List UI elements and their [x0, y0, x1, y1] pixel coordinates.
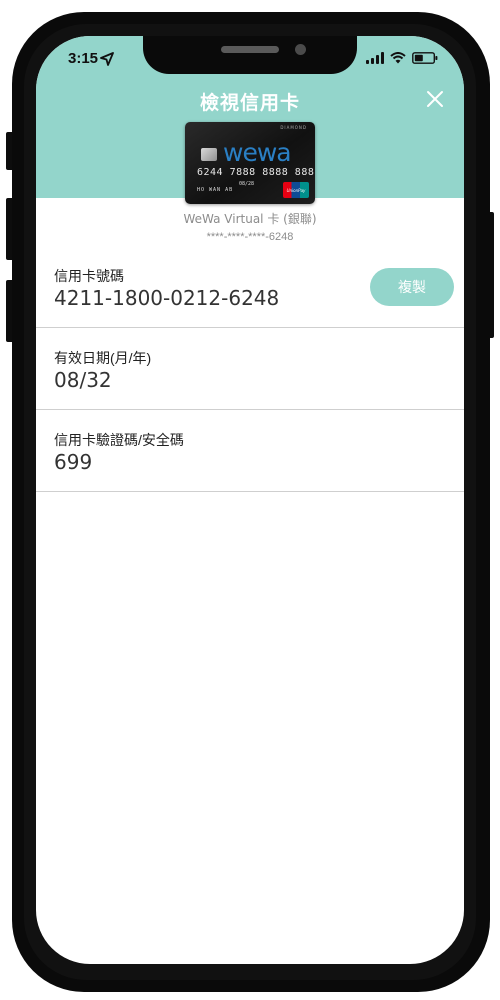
expiry-label: 有效日期(月/年) [54, 350, 152, 366]
cvv-value: 699 [54, 450, 93, 474]
card-tier-text: DIAMOND [280, 125, 307, 130]
status-time: 3:15 [68, 50, 114, 67]
card-embossed-number: 6244 7888 8888 8888 [197, 167, 315, 178]
page-title: 檢視信用卡 [199, 92, 300, 114]
unionpay-logo: UnionPay [283, 182, 309, 198]
screen: 3:15 檢視信用卡 DIAMOND wewa 6244 7888 8888 8… [36, 36, 464, 964]
card-masked-number: ****-****-****-6248 [206, 231, 294, 243]
battery-icon [412, 52, 438, 64]
close-icon[interactable] [426, 90, 444, 108]
chip-icon [201, 148, 217, 161]
cvv-label: 信用卡驗證碼/安全碼 [54, 432, 184, 448]
card-embossed-expiry: 08/28 [239, 181, 255, 187]
notch [143, 36, 357, 74]
status-icons [366, 52, 438, 64]
wifi-icon [390, 52, 406, 64]
copy-button[interactable]: 複製 [370, 268, 454, 306]
cvv-row: 信用卡驗證碼/安全碼 699 [36, 410, 464, 492]
signal-icon [366, 52, 384, 64]
card-number-value: 4211-1800-0212-6248 [54, 286, 280, 310]
credit-card-image: DIAMOND wewa 6244 7888 8888 8888 08/28 H… [185, 122, 315, 204]
card-logo: wewa [223, 138, 292, 167]
location-arrow-icon [100, 51, 114, 66]
card-holder-name: HO WAN AB [197, 187, 234, 193]
speaker-grille [221, 46, 279, 53]
card-number-label: 信用卡號碼 [54, 268, 124, 284]
front-camera [295, 44, 306, 55]
card-number-row: 信用卡號碼 4211-1800-0212-6248 複製 [36, 246, 464, 328]
expiry-value: 08/32 [54, 368, 112, 392]
card-name: WeWa Virtual 卡 (銀聯) [183, 212, 317, 226]
expiry-row: 有效日期(月/年) 08/32 [36, 328, 464, 410]
status-time-text: 3:15 [68, 50, 99, 67]
